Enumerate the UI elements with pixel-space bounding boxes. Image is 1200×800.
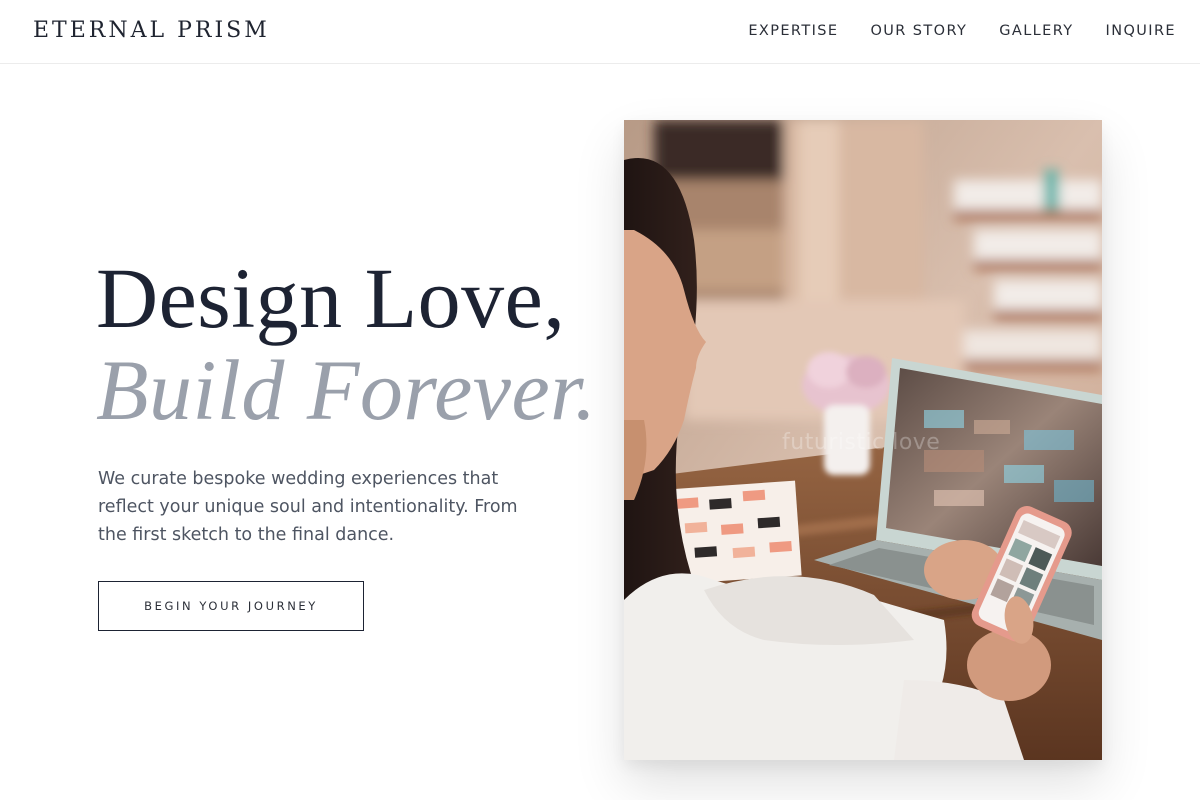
headline-line-1: Design Love,	[96, 250, 566, 346]
main-nav: EXPERTISE OUR STORY GALLERY INQUIRE	[748, 21, 1176, 41]
nav-link-inquire[interactable]: INQUIRE	[1106, 21, 1176, 41]
nav-link-gallery[interactable]: GALLERY	[999, 21, 1073, 41]
nav-link-expertise[interactable]: EXPERTISE	[748, 21, 838, 41]
photo-watermark: futuristic love	[782, 430, 941, 455]
site-header: ETERNAL PRISM EXPERTISE OUR STORY GALLER…	[0, 0, 1200, 64]
brand-logo[interactable]: ETERNAL PRISM	[33, 17, 270, 45]
begin-journey-button[interactable]: BEGIN YOUR JOURNEY	[98, 581, 364, 631]
headline-line-2: Build Forever.	[96, 342, 597, 438]
hero-photo: futuristic love	[624, 120, 1102, 760]
hero-intro-text: We curate bespoke wedding experiences th…	[98, 469, 518, 545]
nav-link-our-story[interactable]: OUR STORY	[870, 21, 967, 41]
hero-headline: Design Love, Build Forever.	[96, 252, 597, 436]
